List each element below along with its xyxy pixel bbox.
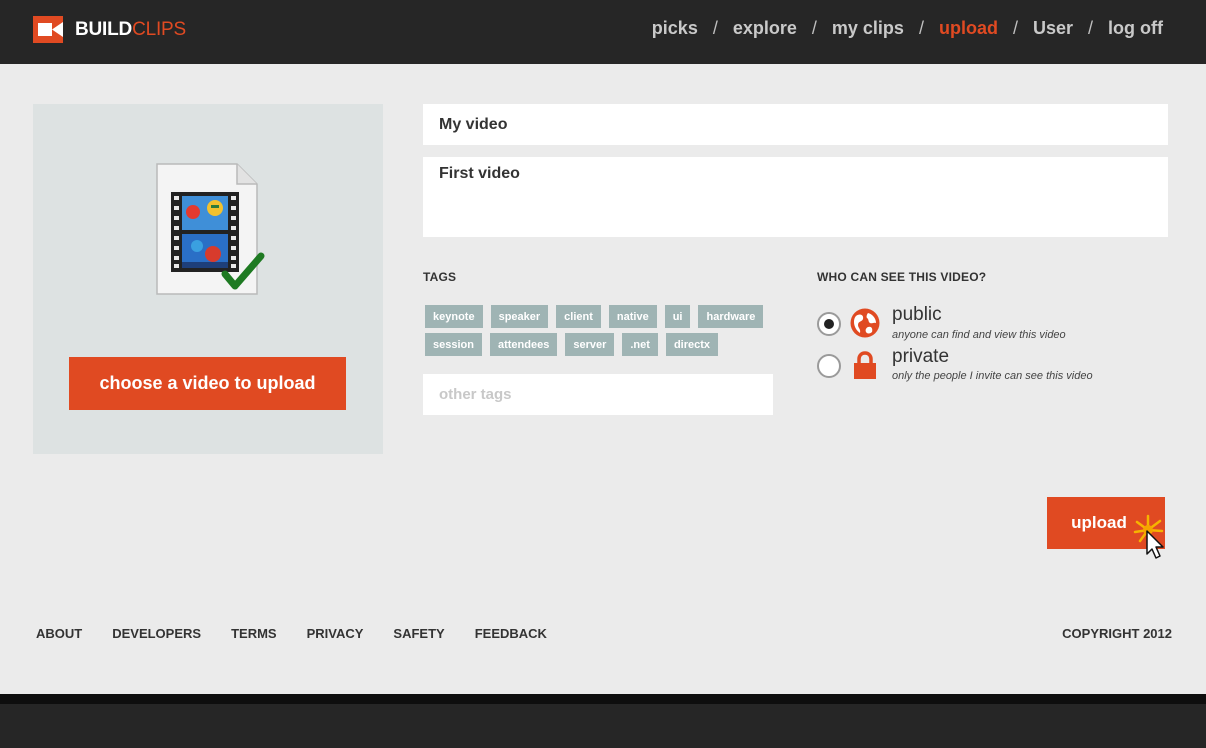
private-description: only the people I invite can see this vi…	[892, 370, 1093, 382]
footer-safety-link[interactable]: SAFETY	[393, 626, 444, 641]
nav-upload[interactable]: upload	[939, 18, 998, 39]
footer-terms-link[interactable]: TERMS	[231, 626, 277, 641]
tag-list-row-1: keynote speaker client native ui hardwar…	[425, 305, 771, 328]
tag-dotnet[interactable]: .net	[622, 333, 658, 356]
visibility-option-private[interactable]: private only the people I invite can see…	[817, 346, 1137, 386]
brand-name-primary: BUILD	[75, 19, 133, 40]
footer-about-link[interactable]: ABOUT	[36, 626, 82, 641]
main-nav: picks / explore / my clips / upload / Us…	[652, 16, 1163, 40]
nav-explore[interactable]: explore	[733, 18, 797, 39]
footer-links: ABOUT DEVELOPERS TERMS PRIVACY SAFETY FE…	[36, 626, 577, 641]
tag-speaker[interactable]: speaker	[490, 305, 549, 328]
tag-hardware[interactable]: hardware	[698, 305, 764, 328]
visibility-heading: WHO CAN SEE THIS VIDEO?	[817, 270, 987, 284]
brand-name: BUILDCLIPS	[75, 16, 186, 43]
tag-session[interactable]: session	[425, 333, 482, 356]
tag-list-row-2: session attendees server .net directx	[425, 333, 726, 356]
other-tags-input[interactable]	[423, 374, 773, 415]
copyright-text: COPYRIGHT 2012	[1062, 626, 1172, 641]
tags-heading: TAGS	[423, 270, 457, 284]
video-description-input[interactable]: First video	[423, 157, 1168, 237]
brand-name-secondary: CLIPS	[132, 19, 186, 40]
tag-directx[interactable]: directx	[665, 333, 719, 356]
tag-server[interactable]: server	[565, 333, 615, 356]
nav-separator: /	[1012, 17, 1018, 38]
bottom-bar	[0, 694, 1206, 748]
video-file-check-icon	[156, 163, 265, 295]
nav-user[interactable]: User	[1033, 18, 1073, 39]
private-label: private	[892, 346, 950, 367]
footer-feedback-link[interactable]: FEEDBACK	[475, 626, 547, 641]
tag-keynote[interactable]: keynote	[425, 305, 483, 328]
footer-privacy-link[interactable]: PRIVACY	[307, 626, 364, 641]
nav-separator: /	[1088, 17, 1094, 38]
nav-my-clips[interactable]: my clips	[832, 18, 904, 39]
nav-separator: /	[811, 17, 817, 38]
tag-native[interactable]: native	[608, 305, 657, 328]
public-radio[interactable]	[817, 312, 841, 336]
public-description: anyone can find and view this video	[892, 329, 1066, 341]
upload-button[interactable]: upload	[1047, 497, 1165, 549]
footer-developers-link[interactable]: DEVELOPERS	[112, 626, 201, 641]
visibility-option-public[interactable]: public anyone can find and view this vid…	[817, 304, 1137, 344]
tag-client[interactable]: client	[556, 305, 601, 328]
video-camera-icon	[33, 16, 63, 43]
nav-log-off[interactable]: log off	[1108, 18, 1163, 39]
nav-separator: /	[918, 17, 924, 38]
tag-ui[interactable]: ui	[664, 305, 691, 328]
private-radio[interactable]	[817, 354, 841, 378]
video-title-input[interactable]	[423, 104, 1168, 145]
top-bar: BUILDCLIPS picks / explore / my clips / …	[0, 0, 1206, 64]
brand-logo[interactable]: BUILDCLIPS	[33, 16, 186, 43]
public-label: public	[892, 304, 942, 325]
lock-icon	[854, 351, 876, 379]
nav-picks[interactable]: picks	[652, 18, 698, 39]
nav-separator: /	[712, 17, 718, 38]
tag-attendees[interactable]: attendees	[489, 333, 558, 356]
file-drop-panel[interactable]: choose a video to upload	[33, 104, 383, 454]
globe-icon	[850, 308, 880, 338]
choose-video-button[interactable]: choose a video to upload	[69, 357, 346, 410]
